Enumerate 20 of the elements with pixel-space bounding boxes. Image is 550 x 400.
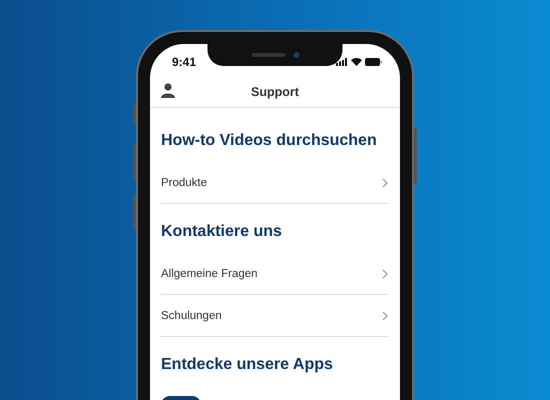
user-icon	[160, 82, 176, 98]
row-label: Schulungen	[161, 310, 222, 322]
profile-button[interactable]	[160, 82, 176, 98]
chevron-icon	[382, 268, 388, 278]
speaker	[251, 53, 285, 57]
menu-row[interactable]: Produkte	[161, 162, 388, 204]
screen-title: Support	[251, 84, 299, 98]
camera	[293, 52, 299, 58]
battery-icon	[365, 58, 382, 66]
chevron-icon	[382, 310, 388, 320]
chevron-icon	[382, 178, 388, 188]
row-label: Allgemeine Fragen	[161, 268, 258, 280]
section-heading: Kontaktiere uns	[160, 222, 283, 242]
section-heading: How-to Videos durchsuchen	[160, 131, 378, 151]
wifi-icon	[351, 58, 362, 66]
status-time: 9:41	[172, 55, 196, 69]
row-label: Produkte	[161, 176, 208, 188]
section-heading: Entdecke unsere Apps	[160, 355, 334, 375]
menu-row[interactable]: Schulungen	[161, 295, 388, 337]
menu-row[interactable]: Allgemeine Fragen	[161, 253, 388, 295]
